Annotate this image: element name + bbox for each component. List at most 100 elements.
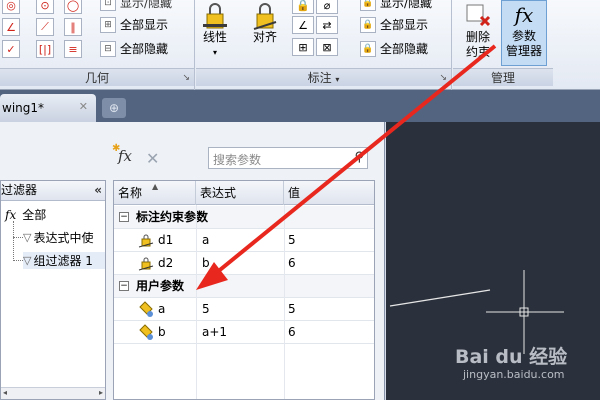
chevron-down-icon[interactable]: ▾ [335, 75, 339, 84]
radius-constraint-icon[interactable]: 🔒 [292, 0, 314, 14]
watermark-logo: Bai du 经验 [455, 346, 568, 368]
column-header-expression[interactable]: 表达式 [196, 181, 284, 205]
dimension-lock-icon [138, 257, 154, 271]
parameters-manager-button[interactable]: fx 参数 管理器 [501, 0, 547, 66]
geometry-show-hide-button[interactable]: ⊡ 显示/隐藏 [100, 0, 172, 11]
user-parameter-icon [139, 324, 153, 340]
hide-all-icon: 🔒 [360, 40, 376, 57]
delete-parameter-button[interactable]: ✕ [146, 149, 159, 168]
group-row-user[interactable]: − 用户参数 [114, 275, 374, 298]
annotate-panel-title-text: 标注 [307, 71, 332, 85]
annotate-show-all-label: 全部显示 [380, 18, 429, 32]
user-parameter-icon [139, 301, 153, 317]
collapse-group-icon[interactable]: − [119, 281, 129, 291]
filter-header-label: 过滤器 [1, 183, 38, 197]
param-manager-line1: 参数 [511, 29, 536, 43]
show-hide-icon: 🔒 [360, 0, 376, 11]
star-icon: ✱ [112, 143, 121, 154]
annotate-panel-title: 标注 ▾ ↘ [196, 68, 451, 86]
table-row[interactable]: d1 a 5 [114, 229, 374, 252]
dialog-launcher-icon[interactable]: ↘ [439, 69, 447, 87]
search-icon[interactable]: ⚲ [354, 150, 364, 165]
delete-constraints-icon [466, 4, 491, 27]
delete-constraints-button[interactable]: 删除 约束 [457, 2, 499, 60]
annotate-panel: 线性 ▾ 对齐 🔒 ⌀ ∠ ⇄ ⊞ ⊠ 🔒 显示/隐藏 🔒 全部显示 🔒 全部隐… [196, 0, 452, 90]
dimension-lock-icon [138, 234, 154, 248]
parameters-manager-palette: ✱ fx ✕ 搜索参数 ⚲ 过滤器 « fx 全部 ▽ 表达式中使 ▽ 组过滤器… [0, 122, 385, 400]
linear-constraint-button[interactable]: 线性 ▾ [202, 2, 228, 60]
geometry-hide-all-button[interactable]: ⊟ 全部隐藏 [100, 40, 168, 57]
close-icon[interactable]: ✕ [79, 100, 88, 113]
smooth-constraint-icon[interactable]: ≡ [64, 40, 82, 58]
diameter-constraint-icon[interactable]: ⌀ [316, 0, 338, 14]
group-row-dimensional[interactable]: − 标注约束参数 [114, 206, 374, 229]
annotate-show-all-button[interactable]: 🔒 全部显示 [360, 16, 428, 33]
drawing-tab[interactable]: wing1* ✕ [0, 94, 96, 122]
column-divider [196, 205, 197, 399]
param-name: d1 [158, 233, 174, 247]
param-value: 6 [288, 325, 296, 339]
watermark-url: jingyan.baidu.com [463, 368, 565, 381]
geometry-panel-title-text: 几何 [84, 71, 109, 85]
filter-group-1[interactable]: ▽ 组过滤器 1 [23, 252, 105, 269]
concentric-constraint-icon[interactable]: ◎ [2, 0, 20, 14]
annotate-show-hide-button[interactable]: 🔒 显示/隐藏 [360, 0, 432, 11]
search-parameters-input[interactable]: 搜索参数 ⚲ [208, 147, 368, 169]
lock-icon [203, 3, 227, 29]
table-row[interactable]: d2 b 6 [114, 252, 374, 275]
delete-constraints-line1: 删除 [465, 30, 490, 44]
coincident-constraint-icon[interactable]: ⊙ [36, 0, 54, 14]
collapse-group-icon[interactable]: − [119, 212, 129, 222]
drawing-tab-label: wing1* [2, 101, 45, 115]
collinear-constraint-icon[interactable]: ✓ [2, 40, 20, 58]
tree-connector [13, 221, 14, 261]
equal-constraint-icon[interactable]: ∠ [2, 18, 20, 36]
linear-label: 线性 [202, 30, 227, 44]
dimension-name-icon[interactable]: ⊠ [316, 38, 338, 56]
aligned-constraint-button[interactable]: 对齐 [252, 2, 278, 45]
scroll-left-icon[interactable]: ◂ [3, 388, 7, 397]
filter-expressions-used[interactable]: ▽ 表达式中使 [23, 229, 93, 246]
column-header-name[interactable]: 名称 ▲ [114, 181, 196, 205]
param-value: 5 [288, 233, 296, 247]
file-tab-bar: wing1* ✕ ⊕ [0, 90, 600, 122]
table-row[interactable]: b a+1 6 [114, 321, 374, 344]
sort-ascending-icon: ▲ [152, 182, 159, 191]
param-expression[interactable]: b [202, 252, 210, 275]
column-header-value[interactable]: 值 [284, 181, 374, 205]
param-expression[interactable]: a [202, 229, 209, 252]
convert-constraint-icon[interactable]: ⇄ [316, 16, 338, 34]
param-expression[interactable]: a+1 [202, 321, 227, 344]
geometry-show-all-button[interactable]: ⊞ 全部显示 [100, 16, 168, 33]
filter-all[interactable]: fx 全部 [5, 206, 46, 223]
filter-horizontal-scrollbar[interactable]: ◂ ▸ [1, 387, 105, 399]
fix-constraint-icon[interactable]: ◯ [64, 0, 82, 14]
dialog-launcher-icon[interactable]: ↘ [182, 69, 190, 87]
show-all-icon: 🔒 [360, 16, 376, 33]
delete-icon: ✕ [146, 149, 160, 168]
param-value: 5 [288, 302, 296, 316]
group-label: 标注约束参数 [136, 210, 209, 224]
new-user-parameter-button[interactable]: ✱ fx [112, 143, 132, 165]
geometry-show-all-label: 全部显示 [120, 18, 169, 32]
annotate-show-hide-label: 显示/隐藏 [380, 0, 433, 10]
collapse-pane-icon[interactable]: « [94, 181, 102, 200]
filter-all-label: 全部 [22, 208, 47, 222]
table-row[interactable]: a 5 5 [114, 298, 374, 321]
new-tab-button[interactable]: ⊕ [102, 98, 126, 118]
symmetric-constraint-icon[interactable]: [|] [36, 40, 54, 58]
constraint-mode-icon[interactable]: ⊞ [292, 38, 314, 56]
hide-all-icon: ⊟ [100, 40, 116, 57]
annotate-hide-all-button[interactable]: 🔒 全部隐藏 [360, 40, 428, 57]
parallel-constraint-icon[interactable]: ∥ [64, 18, 82, 36]
plus-icon: ⊕ [108, 101, 120, 115]
tree-connector [13, 237, 23, 238]
filter-item-label: 组过滤器 1 [33, 254, 93, 268]
manage-panel: 删除 约束 fx 参数 管理器 管理 [453, 0, 553, 90]
show-hide-icon: ⊡ [100, 0, 116, 11]
param-expression[interactable]: 5 [202, 298, 210, 321]
filter-header: 过滤器 « [1, 181, 105, 201]
angular-constraint-icon[interactable]: ∠ [292, 16, 314, 34]
scroll-right-icon[interactable]: ▸ [99, 388, 103, 397]
tangent-constraint-icon[interactable]: ⟋ [36, 18, 54, 36]
